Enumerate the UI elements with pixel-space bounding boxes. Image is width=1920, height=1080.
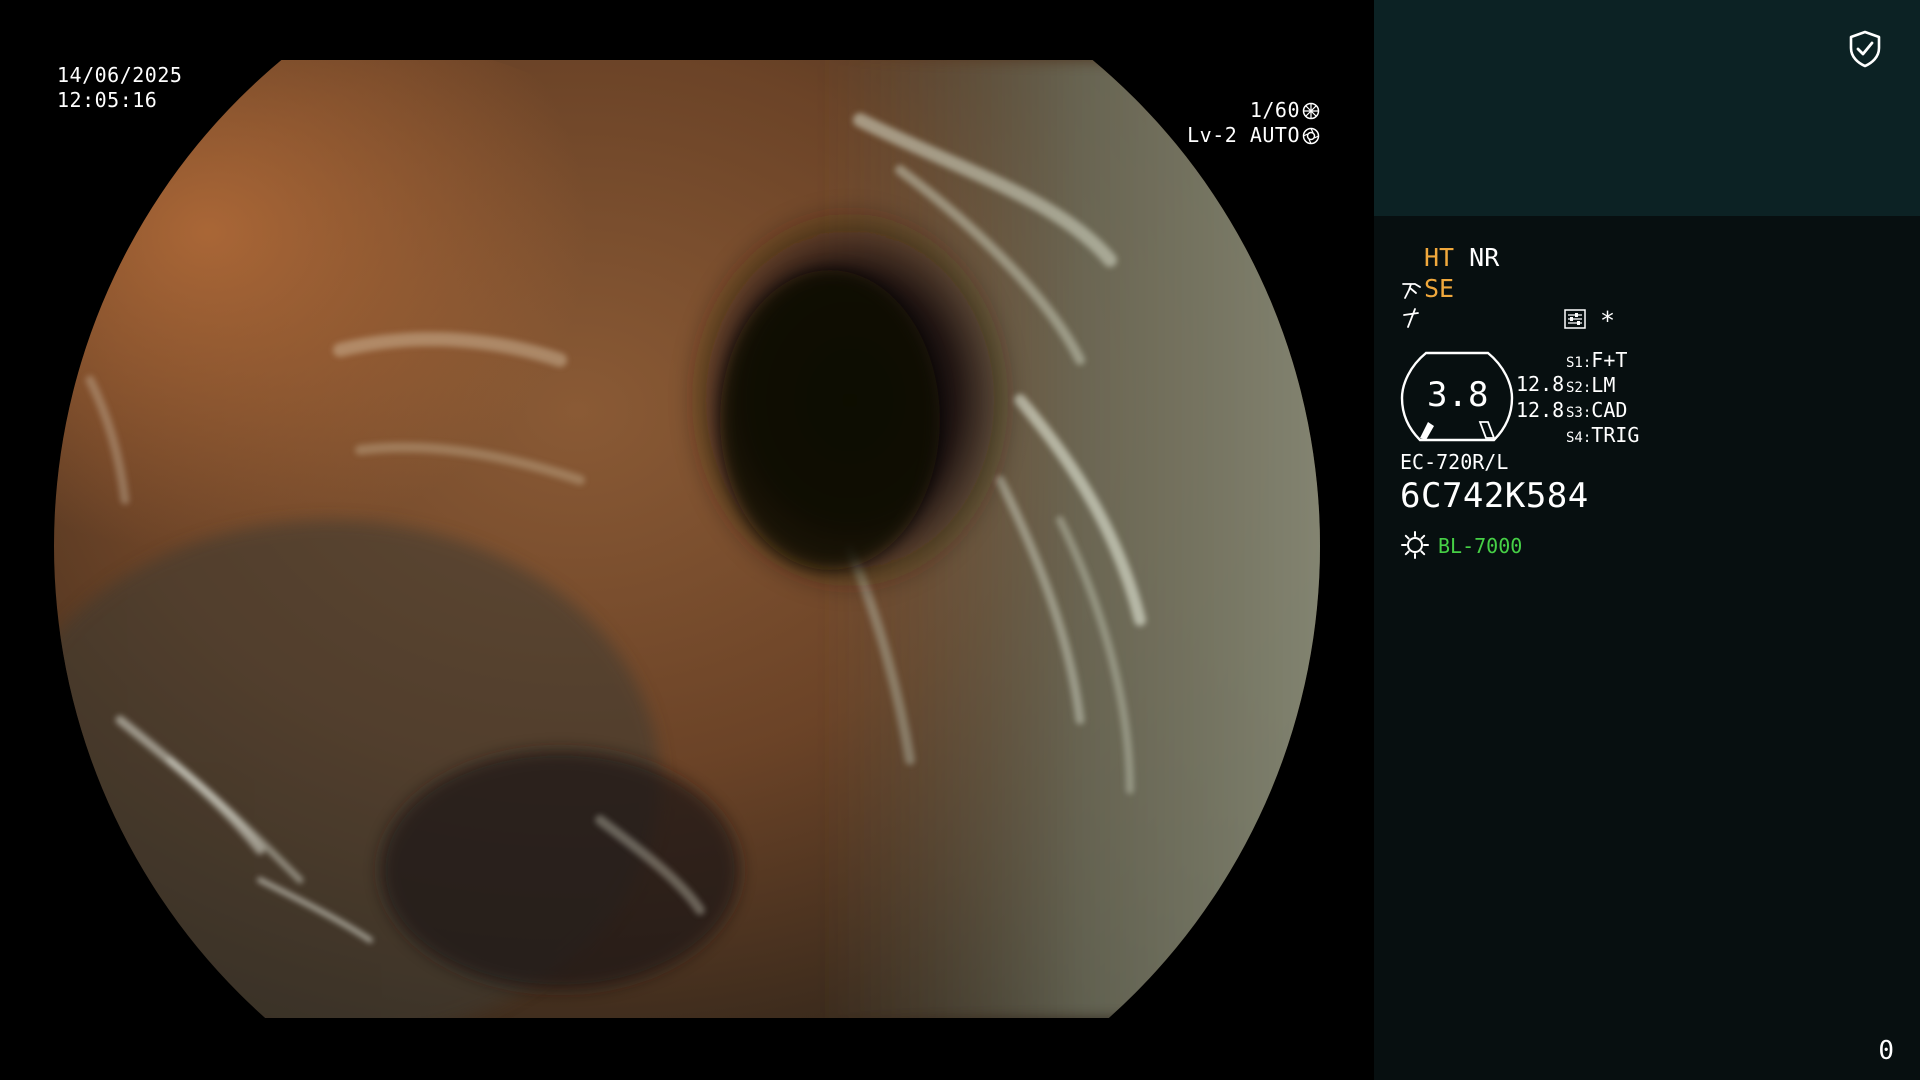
iris-icon [1302,127,1320,145]
hand-icon [1402,283,1421,299]
enhancement-status: HT NR [1424,243,1499,273]
exposure-readout: 1/60 Lv-2 AUTO [1170,98,1320,148]
iris-mode-text: AUTO [1249,123,1300,147]
date-text: 14/06/2025 [57,63,183,87]
scope-serial: 6C742K584 [1400,476,1589,516]
switch-s2-value: LM [1591,373,1616,397]
switch-s3-key: S3: [1566,405,1592,421]
ht-indicator: HT [1424,243,1455,272]
shutter-icon [1302,102,1320,120]
panel-header [1374,0,1920,216]
info-panel: HT NR SE * 3.8 12.8 12.8 S1:F+T S2:LM S3… [1374,0,1920,1080]
switch-s2-key: S2: [1566,380,1592,396]
switch-s4: S4:TRIG [1566,423,1639,451]
endoscope-view: 14/06/2025 12:05:16 1/60 Lv-2 AUTO [0,0,1374,1080]
switch-s4-value: TRIG [1591,423,1640,447]
asterisk-indicator: * [1600,306,1616,335]
shield-check-icon[interactable] [1848,30,1882,68]
switch-s4-key: S4: [1566,430,1592,446]
value-upper: 12.8 [1516,372,1565,396]
switch-s3-value: CAD [1591,398,1628,422]
zoom-value: 3.8 [1427,375,1489,415]
switch-s1-key: S1: [1566,355,1592,371]
switch-s1: S1:F+T [1566,348,1627,376]
image-counter: 0 [1878,1036,1894,1066]
light-source-icon [1401,531,1429,559]
nr-indicator: NR [1469,243,1500,272]
switch-s3: S3:CAD [1566,398,1627,426]
endoscope-image [54,60,1320,1018]
value-lower: 12.8 [1516,398,1565,422]
lightning-icon [1403,308,1419,328]
shutter-speed-text: 1/60 [1249,98,1300,122]
switch-s1-value: F+T [1591,348,1628,372]
light-source-model: BL-7000 [1438,534,1523,558]
se-indicator: SE [1424,274,1455,303]
settings-panel-icon [1564,309,1586,329]
scope-model: EC-720R/L [1400,450,1509,474]
level-text: Lv-2 [1187,123,1238,147]
date-time-readout: 14/06/2025 12:05:16 [57,63,182,113]
switch-s2: S2:LM [1566,373,1615,401]
time-text: 12:05:16 [57,88,158,112]
